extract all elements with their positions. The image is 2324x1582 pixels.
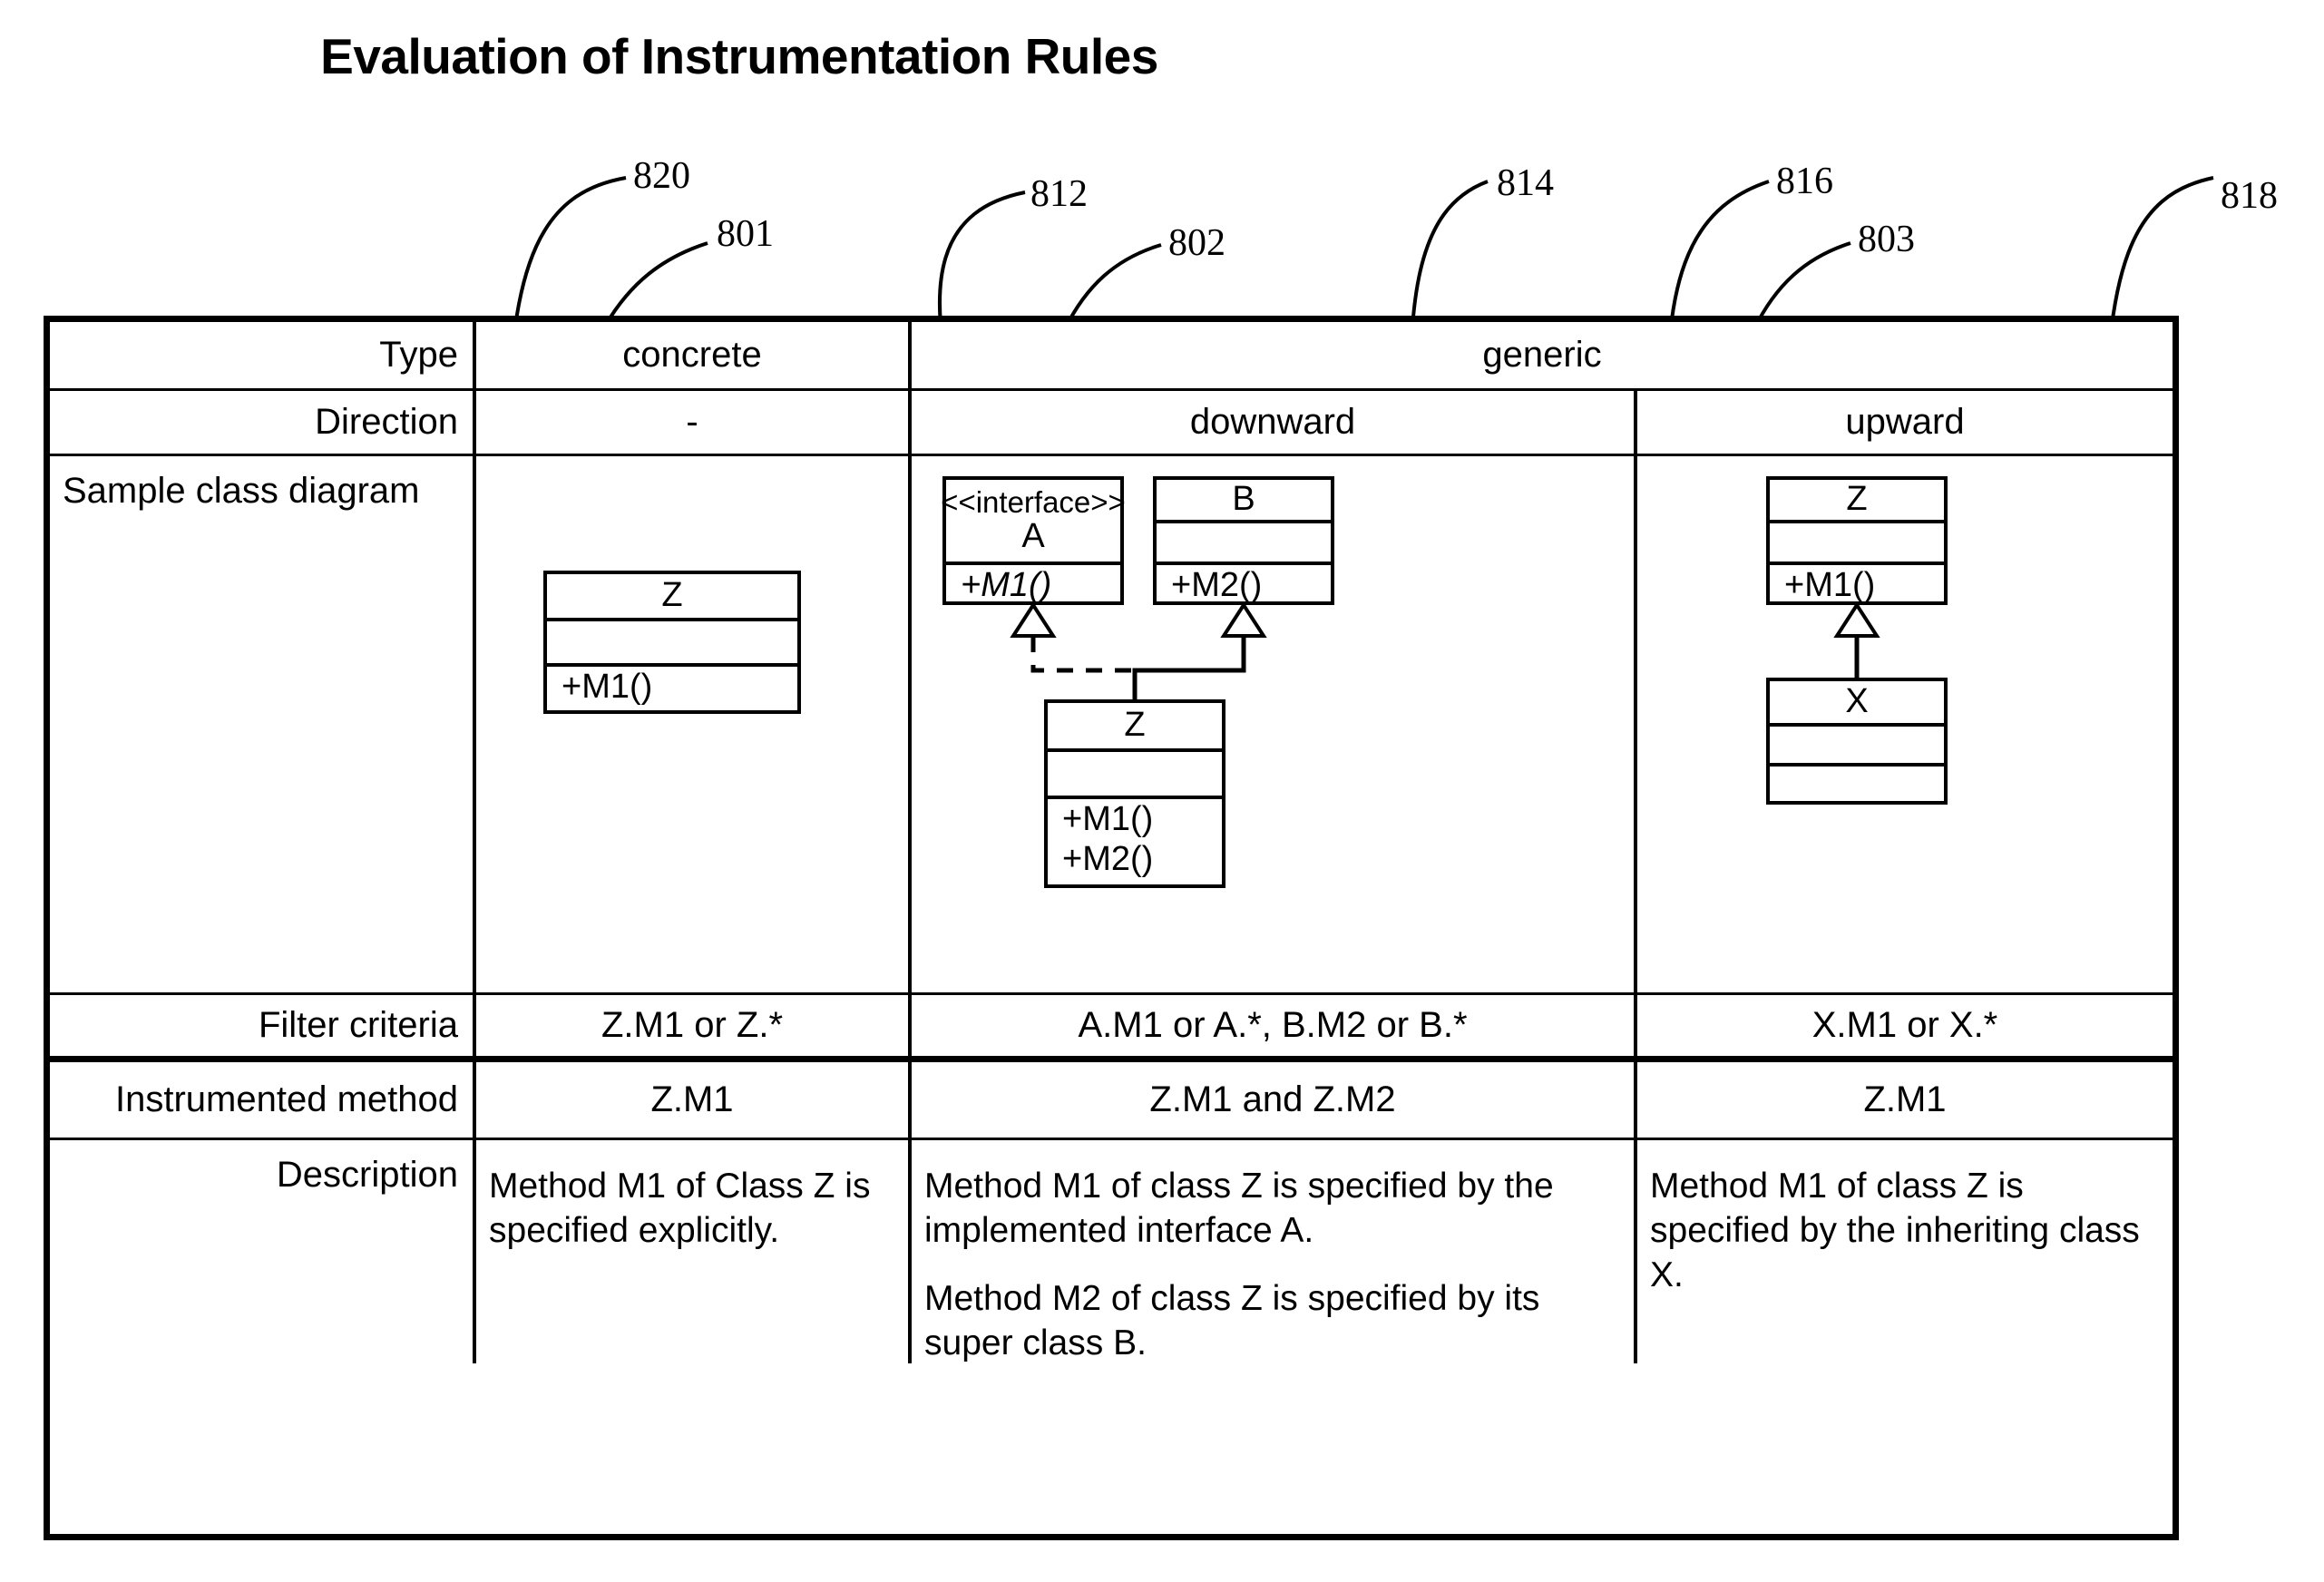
instrumentation-rules-table: Type concrete generic Direction - downwa… bbox=[44, 316, 2179, 1540]
cell-filter-concrete: Z.M1 or Z.* bbox=[476, 995, 912, 1056]
uml-class-z-concrete-attributes bbox=[547, 621, 797, 667]
table-row-instrumented-method: Instrumented method Z.M1 Z.M1 and Z.M2 Z… bbox=[50, 1062, 2173, 1140]
figure-title: Evaluation of Instrumentation Rules bbox=[320, 28, 1158, 84]
table-row-type: Type concrete generic bbox=[50, 322, 2173, 391]
row-label-instrumented-method: Instrumented method bbox=[50, 1062, 476, 1138]
row-label-filter-criteria: Filter criteria bbox=[50, 995, 476, 1056]
cell-direction-upward: upward bbox=[1845, 402, 1965, 442]
callout-label-801: 801 bbox=[717, 213, 774, 255]
realization-line-z-to-a bbox=[1030, 636, 1135, 673]
cell-description-upward: Method M1 of class Z is specified by the… bbox=[1637, 1140, 2173, 1363]
row-label-description: Description bbox=[50, 1140, 476, 1363]
cell-filter-upward: X.M1 or X.* bbox=[1811, 1005, 1998, 1045]
uml-class-z-concrete-operations: +M1() bbox=[561, 668, 653, 706]
cell-type-generic: generic bbox=[1482, 335, 1602, 375]
cell-diagram-upward: Z +M1() X bbox=[1637, 456, 2173, 992]
table-row-description: Description Method M1 of Class Z is spec… bbox=[50, 1140, 2173, 1363]
cell-type-concrete: concrete bbox=[476, 322, 912, 388]
uml-class-z-downward-operation-1: +M1() bbox=[1062, 800, 1154, 838]
uml-class-z-downward-name: Z bbox=[1124, 706, 1146, 745]
row-label-type: Type bbox=[50, 322, 476, 388]
generalization-arrowhead-to-b bbox=[1220, 601, 1267, 638]
uml-class-z-upward-attributes bbox=[1770, 523, 1944, 565]
description-downward-paragraphs: Method M1 of class Z is specified by the… bbox=[912, 1155, 1634, 1366]
cell-instrumented-concrete: Z.M1 bbox=[476, 1062, 912, 1138]
description-concrete-paragraphs: Method M1 of Class Z is specified explic… bbox=[476, 1155, 908, 1253]
row-label-direction: Direction bbox=[50, 391, 476, 454]
callout-label-820: 820 bbox=[633, 155, 690, 197]
cell-diagram-concrete: Z +M1() bbox=[476, 456, 912, 992]
uml-class-z-downward: Z +M1() +M2() bbox=[1044, 699, 1225, 888]
row-label-sample-class-diagram: Sample class diagram bbox=[50, 456, 476, 992]
description-concrete-p1: Method M1 of Class Z is specified explic… bbox=[489, 1167, 871, 1251]
generalization-arrowhead-to-z bbox=[1833, 601, 1880, 638]
uml-interface-a-name: A bbox=[1021, 517, 1045, 556]
uml-class-z-downward-operation-2: +M2() bbox=[1062, 840, 1154, 879]
uml-canvas-upward: Z +M1() X bbox=[1637, 456, 2173, 992]
cell-direction-concrete: - bbox=[476, 391, 912, 454]
uml-class-b-attributes bbox=[1157, 523, 1331, 565]
description-upward-paragraphs: Method M1 of class Z is specified by the… bbox=[1637, 1155, 2173, 1297]
cell-filter-downward: A.M1 or A.*, B.M2 or B.* bbox=[912, 995, 1637, 1056]
description-downward-p1: Method M1 of class Z is specified by the… bbox=[924, 1167, 1554, 1251]
uml-canvas-downward: <<interface>> A +M1() B +M2() Z +M1() +M… bbox=[912, 456, 1634, 992]
uml-class-z-upward-name: Z bbox=[1846, 480, 1868, 519]
uml-canvas-concrete: Z +M1() bbox=[476, 456, 908, 992]
realization-arrowhead-to-a bbox=[1010, 601, 1057, 638]
cell-description-concrete: Method M1 of Class Z is specified explic… bbox=[476, 1140, 912, 1363]
cell-instrumented-downward: Z.M1 and Z.M2 bbox=[912, 1062, 1637, 1138]
cell-direction-downward: downward bbox=[912, 391, 1637, 454]
callout-label-814: 814 bbox=[1497, 162, 1554, 204]
uml-class-b-operations: +M2() bbox=[1171, 566, 1263, 604]
callout-label-816: 816 bbox=[1776, 161, 1833, 202]
generalization-line-z-to-b bbox=[1132, 636, 1246, 699]
cell-description-downward: Method M1 of class Z is specified by the… bbox=[912, 1140, 1637, 1363]
uml-class-b: B +M2() bbox=[1153, 476, 1334, 605]
uml-class-z-upward-operations: +M1() bbox=[1784, 566, 1876, 604]
table-row-filter-criteria: Filter criteria Z.M1 or Z.* A.M1 or A.*,… bbox=[50, 995, 2173, 1062]
uml-class-z-downward-attributes bbox=[1048, 752, 1222, 799]
callout-label-803: 803 bbox=[1858, 219, 1915, 260]
table-row-direction: Direction - downward upward bbox=[50, 391, 2173, 456]
uml-interface-a-stereotype: <<interface>> bbox=[941, 484, 1126, 519]
description-downward-p2: Method M2 of class Z is specified by its… bbox=[924, 1279, 1540, 1363]
uml-class-z-concrete-name: Z bbox=[661, 576, 683, 615]
uml-class-z-concrete: Z +M1() bbox=[543, 571, 801, 714]
uml-class-b-name: B bbox=[1232, 480, 1255, 519]
uml-class-x-attributes bbox=[1770, 727, 1944, 767]
uml-class-x-name: X bbox=[1845, 682, 1869, 721]
uml-interface-a: <<interface>> A +M1() bbox=[941, 476, 1126, 605]
callout-label-802: 802 bbox=[1168, 222, 1225, 264]
callout-label-812: 812 bbox=[1030, 173, 1088, 215]
cell-diagram-downward: <<interface>> A +M1() B +M2() Z +M1() +M… bbox=[912, 456, 1637, 992]
uml-class-x: X bbox=[1766, 678, 1948, 805]
description-upward-p1: Method M1 of class Z is specified by the… bbox=[1650, 1167, 2140, 1295]
table-row-sample-class-diagram: Sample class diagram Z +M1() <<interface… bbox=[50, 456, 2173, 995]
uml-class-z-upward: Z +M1() bbox=[1766, 476, 1948, 605]
cell-instrumented-upward: Z.M1 bbox=[1863, 1079, 1947, 1119]
uml-interface-a-operations: +M1() bbox=[961, 566, 1052, 604]
callout-label-818: 818 bbox=[2221, 175, 2278, 217]
